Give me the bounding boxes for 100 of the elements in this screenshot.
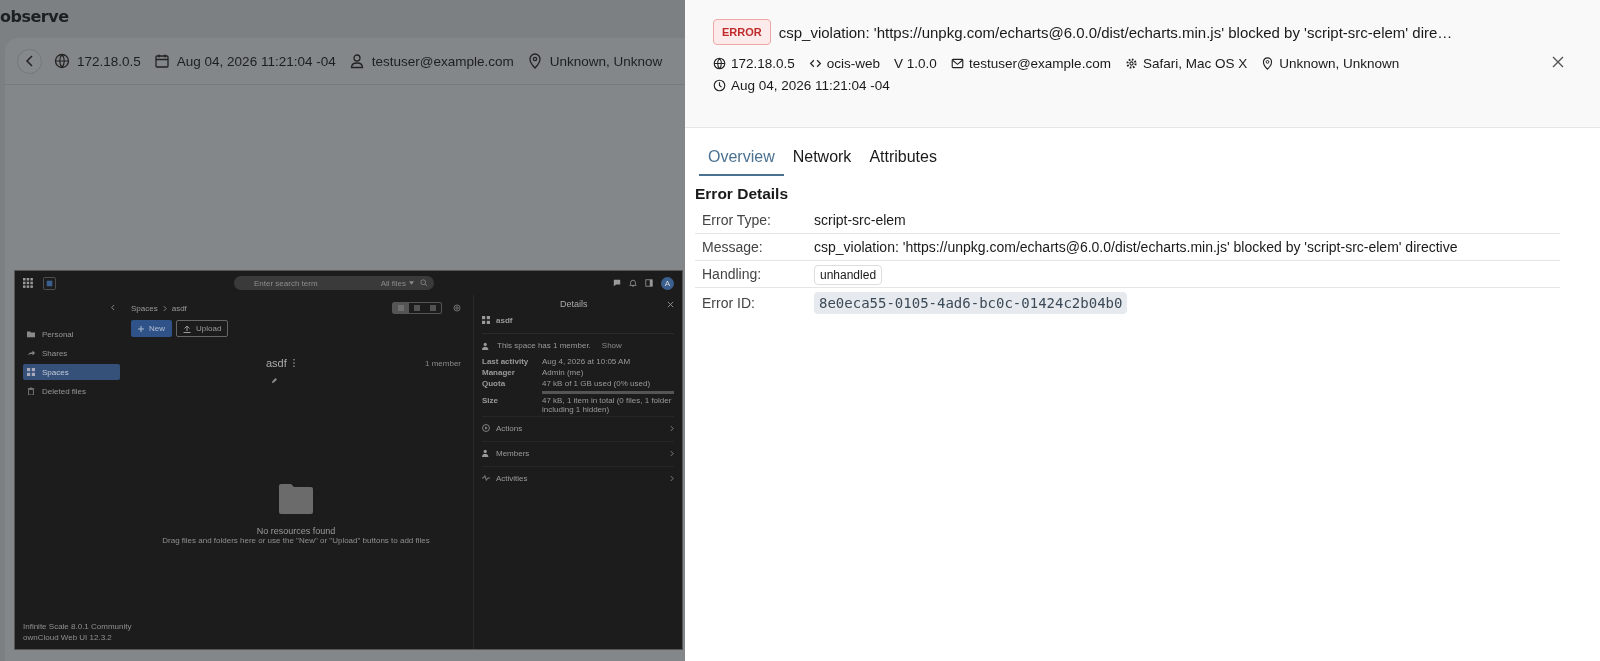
detail-label: Message: <box>702 239 764 255</box>
version-text: ownCloud Web UI 12.3.2 <box>23 632 112 643</box>
folder-icon <box>279 484 313 514</box>
list-icon <box>398 305 404 311</box>
detail-label: Handling: <box>702 266 763 282</box>
tab[interactable]: Overview <box>699 142 784 176</box>
location-pin-icon <box>1261 57 1275 70</box>
close-icon[interactable] <box>667 300 674 308</box>
people-icon <box>482 341 490 350</box>
code-icon <box>808 57 822 70</box>
trash-icon <box>27 387 35 395</box>
meta-text: V 1.0.0 <box>894 56 937 71</box>
sidebar-item[interactable]: Deleted files <box>23 383 120 399</box>
property-value: 47 kB of 1 GB used (0% used) <box>542 379 651 388</box>
chevron-right-icon <box>670 474 674 482</box>
pulse-icon <box>482 474 490 482</box>
upload-button[interactable]: Upload <box>176 320 229 337</box>
app-logo-icon[interactable] <box>43 276 56 290</box>
upload-icon <box>183 324 191 333</box>
chevron-right-icon <box>162 304 167 312</box>
breadcrumb-link[interactable]: Spaces <box>131 303 158 313</box>
side-panel-icon[interactable] <box>645 279 653 287</box>
location-text: Unknown, Unknow <box>549 53 663 69</box>
people-icon <box>482 449 490 457</box>
chat-icon[interactable] <box>613 279 621 287</box>
error-badge: ERROR <box>713 19 771 45</box>
globe-icon <box>54 53 70 69</box>
user-icon <box>348 53 365 69</box>
details-title: Details <box>560 299 588 309</box>
breadcrumb-current: asdf <box>171 303 187 313</box>
list-icon <box>414 305 420 311</box>
detail-value: csp_violation: 'https://unpkg.com/echarts@6.0.0/dist/echarts.min.js' blocked by 'script-src-elem' directive <box>814 239 1458 255</box>
section-heading: Error Details <box>695 185 790 203</box>
chevron-left-icon <box>23 55 36 67</box>
error-id-code: 8e0eca55-0105-4ad6-bc0c-01424c2b04b0 <box>814 292 1128 314</box>
space-name: asdf <box>496 315 513 325</box>
meta-text: testuser@example.com <box>968 56 1111 71</box>
list-icon <box>430 305 436 311</box>
member-note: This space has 1 member. <box>497 341 591 350</box>
members-count[interactable]: 1 member <box>425 358 461 368</box>
accordion-item[interactable]: Actions <box>482 416 674 439</box>
plus-icon <box>138 325 144 332</box>
property-label: Size <box>482 396 499 407</box>
apps-grid-icon[interactable] <box>23 278 33 288</box>
bell-icon[interactable] <box>629 279 637 287</box>
version-text: Infinite Scale 8.0.1 Community <box>23 621 132 632</box>
filter-dropdown[interactable]: All files <box>380 278 414 288</box>
folder-icon <box>27 330 35 338</box>
ip-address: 172.18.0.5 <box>77 53 141 69</box>
tab[interactable]: Attributes <box>860 142 946 176</box>
status-tag: unhandled <box>814 265 883 285</box>
property-label: Last activity <box>482 357 530 366</box>
property-value: Admin (me) <box>542 368 584 377</box>
detail-label: Error Type: <box>702 212 772 228</box>
collapse-chevron-icon[interactable] <box>110 304 115 311</box>
user-avatar[interactable]: A <box>661 276 674 290</box>
error-time: Aug 04, 2026 11:21:04 -04 <box>731 78 890 93</box>
accordion-item[interactable]: Members <box>482 441 674 464</box>
location-pin-icon <box>526 53 543 69</box>
gear-icon <box>1124 57 1138 70</box>
accordion-item[interactable]: Activities <box>482 466 674 489</box>
meta-text: Safari, Mac OS X <box>1142 56 1248 71</box>
show-link[interactable]: Show <box>601 341 622 350</box>
close-icon <box>1551 55 1565 69</box>
empty-state-title: No resources found <box>256 526 336 536</box>
detail-value: script-src-elem <box>814 212 906 228</box>
chevron-right-icon <box>670 449 674 457</box>
property-label: Quota <box>482 379 507 390</box>
detail-label: Error ID: <box>702 295 756 311</box>
back-button[interactable] <box>17 48 42 74</box>
property-value: Aug 4, 2026 at 10:05 AM <box>542 357 631 366</box>
session-date: Aug 04, 2026 11:21:04 -04 <box>176 53 336 69</box>
property-value: 47 kB, 1 item in total (0 files, 1 folder including 1 hidden) <box>542 396 672 414</box>
tab[interactable]: Network <box>783 142 861 176</box>
sidebar-item[interactable]: Spaces <box>23 364 120 380</box>
meta-text: Unknown, Unknown <box>1279 56 1400 71</box>
grid-icon <box>27 368 35 376</box>
clock-icon <box>713 79 726 92</box>
sidebar-item[interactable]: Shares <box>23 345 120 361</box>
meta-text: ocis-web <box>826 56 881 71</box>
play-circle-icon <box>482 424 490 432</box>
more-options-icon[interactable] <box>292 359 295 367</box>
property-label: Manager <box>482 368 516 377</box>
pencil-icon[interactable] <box>271 378 277 384</box>
search-field[interactable]: Enter search term All files <box>234 276 434 290</box>
sidebar-item[interactable]: Personal <box>23 326 120 342</box>
error-title: csp_violation: 'https://unpkg.com/echarts@6.0.0/dist/echarts.min.js' blocked by 'script-src-elem' dire… <box>778 23 1453 41</box>
user-email: testuser@example.com <box>371 53 514 69</box>
search-icon[interactable] <box>420 279 428 287</box>
grid-icon <box>482 316 490 324</box>
mail-icon <box>950 57 964 70</box>
meta-text: 172.18.0.5 <box>731 56 795 71</box>
calendar-icon <box>153 53 170 69</box>
space-title: asdf <box>266 357 287 369</box>
empty-state-hint: Drag files and folders here or use the "New" or "Upload" buttons to add files <box>162 536 430 545</box>
globe-icon <box>713 57 726 70</box>
share-arrow-icon <box>27 349 35 357</box>
chevron-right-icon <box>670 424 674 432</box>
app-logo-text: observe <box>0 6 70 28</box>
new-button[interactable]: New <box>131 320 172 337</box>
